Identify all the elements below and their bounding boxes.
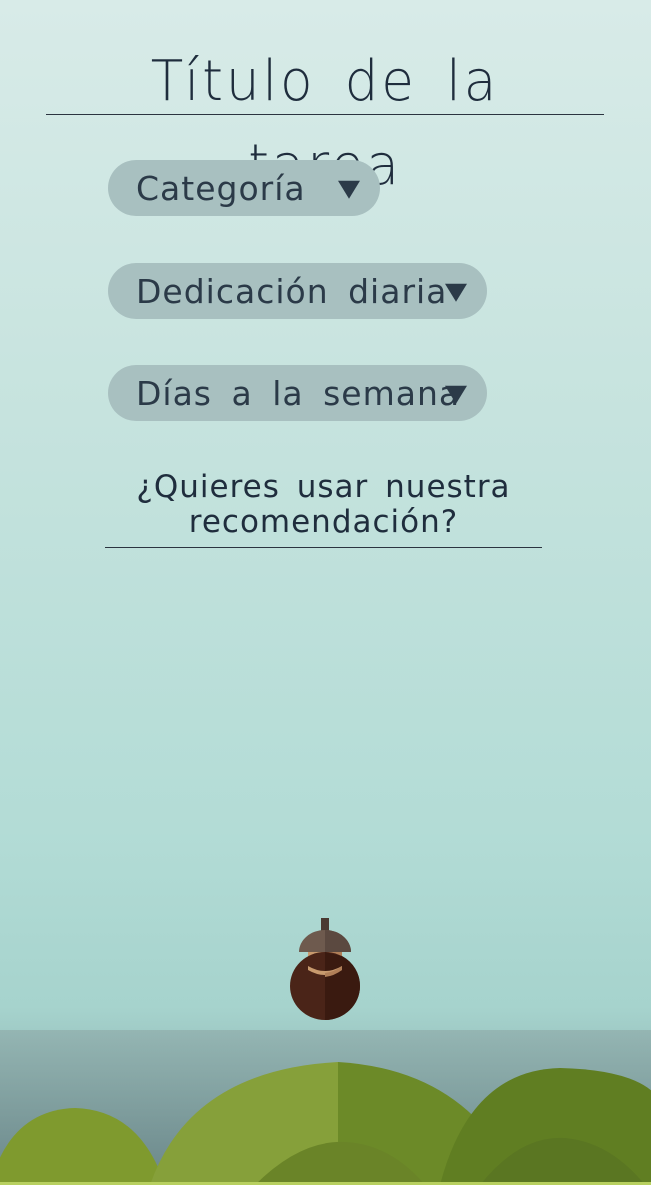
days-per-week-dropdown[interactable]: Días a la semana: [108, 365, 487, 421]
triangle-down-icon: [338, 180, 360, 199]
task-title-field[interactable]: Título de la tarea: [46, 40, 604, 198]
triangle-down-icon: [445, 283, 467, 302]
category-dropdown-label: Categoría: [136, 168, 306, 208]
days-per-week-dropdown-label: Días a la semana: [136, 373, 461, 413]
category-dropdown[interactable]: Categoría: [108, 160, 380, 216]
use-recommendation-link[interactable]: ¿Quieres usar nuestra recomendación?: [105, 470, 542, 548]
task-form-screen: Título de la tarea Categoría Dedicación …: [0, 0, 651, 1185]
daily-dedication-dropdown-label: Dedicación diaria: [136, 271, 448, 311]
daily-dedication-dropdown[interactable]: Dedicación diaria: [108, 263, 487, 319]
triangle-down-icon: [445, 385, 467, 404]
recommendation-text-line-2: recomendación?: [188, 504, 459, 540]
acorn-icon: [290, 918, 361, 1020]
recommendation-text-line-1: ¿Quieres usar nuestra: [136, 469, 511, 505]
hills-illustration: [0, 1030, 651, 1185]
